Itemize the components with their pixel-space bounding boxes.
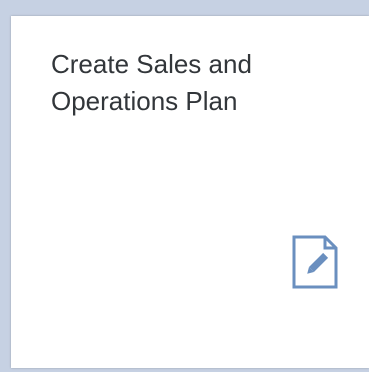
edit-document-icon bbox=[291, 234, 339, 290]
tile-title: Create Sales and Operations Plan bbox=[51, 49, 252, 116]
app-tile-create-sales-and-operations-plan[interactable]: Create Sales and Operations Plan bbox=[11, 16, 369, 368]
